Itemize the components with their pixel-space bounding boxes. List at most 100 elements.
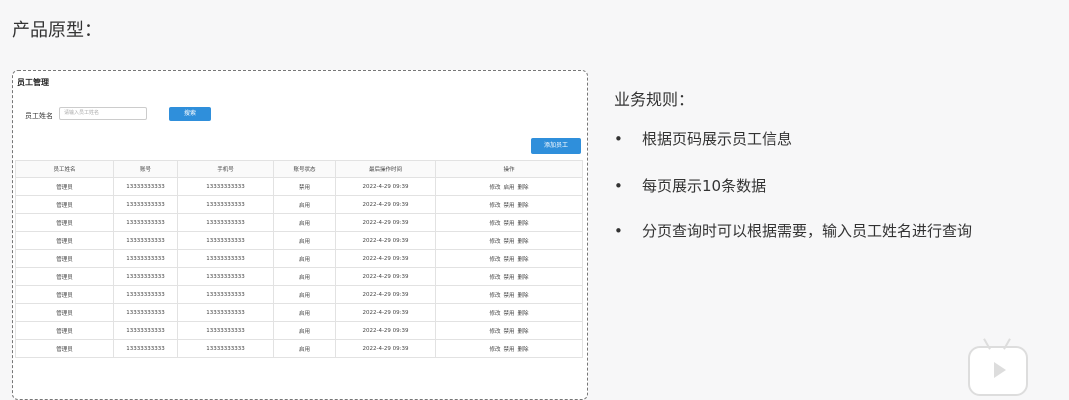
employee-table: 员工姓名 账号 手机号 账号状态 最后操作时间 操作 管理员 13333333333 1333… [15, 160, 583, 358]
cell-account: 13333333333 [113, 303, 178, 322]
cell-account: 13333333333 [113, 267, 178, 286]
action-link[interactable]: 修改 [489, 239, 500, 245]
action-link[interactable]: 删除 [518, 185, 529, 191]
rule-text: 每页展示10条数据 [642, 177, 767, 195]
cell-account: 13333333333 [113, 321, 178, 340]
rules-title: 业务规则： [614, 90, 695, 109]
action-link[interactable]: 禁用 [503, 329, 514, 335]
cell-status: 启用 [273, 231, 336, 250]
cell-status: 启用 [273, 321, 336, 340]
add-employee-button[interactable]: 添加员工 [531, 138, 581, 154]
column-header: 账号 [113, 160, 178, 178]
cell-account: 13333333333 [113, 195, 178, 214]
bullet: • [614, 222, 623, 240]
tv-logo-icon [968, 346, 1028, 396]
action-link[interactable]: 修改 [489, 347, 500, 353]
cell-name: 管理员 [15, 285, 114, 304]
cell-account: 13333333333 [113, 177, 178, 196]
cell-actions: 修改 禁用 删除 [435, 195, 583, 214]
search-input[interactable]: 请输入员工姓名 [59, 107, 147, 120]
cell-name: 管理员 [15, 195, 114, 214]
cell-phone: 13333333333 [177, 321, 274, 340]
action-link[interactable]: 禁用 [503, 239, 514, 245]
bullet: • [614, 130, 623, 148]
column-header: 最后操作时间 [335, 160, 436, 178]
cell-status: 启用 [273, 249, 336, 268]
action-link[interactable]: 启用 [503, 185, 514, 191]
column-header: 账号状态 [273, 160, 336, 178]
action-link[interactable]: 修改 [489, 329, 500, 335]
action-link[interactable]: 禁用 [503, 311, 514, 317]
page-heading: 产品原型： [12, 20, 102, 41]
cell-phone: 13333333333 [177, 267, 274, 286]
cell-time: 2022-4-29 09:39 [335, 231, 436, 250]
cell-account: 13333333333 [113, 249, 178, 268]
cell-phone: 13333333333 [177, 285, 274, 304]
search-button[interactable]: 搜索 [169, 107, 211, 121]
action-link[interactable]: 删除 [518, 239, 529, 245]
cell-phone: 13333333333 [177, 195, 274, 214]
table-row: 管理员 13333333333 13333333333 启用 2022-4-29 09:… [15, 303, 583, 322]
table-row: 管理员 13333333333 13333333333 启用 2022-4-29 09:… [15, 339, 583, 358]
table-row: 管理员 13333333333 13333333333 启用 2022-4-29 09:… [15, 195, 583, 214]
search-label: 员工姓名 [25, 112, 53, 120]
cell-account: 13333333333 [113, 285, 178, 304]
table-row: 管理员 13333333333 13333333333 启用 2022-4-29 09:… [15, 267, 583, 286]
action-link[interactable]: 修改 [489, 275, 500, 281]
cell-name: 管理员 [15, 267, 114, 286]
cell-phone: 13333333333 [177, 303, 274, 322]
action-link[interactable]: 修改 [489, 311, 500, 317]
action-link[interactable]: 删除 [518, 347, 529, 353]
cell-status: 启用 [273, 303, 336, 322]
table-row: 管理员 13333333333 13333333333 启用 2022-4-29 09:… [15, 321, 583, 340]
cell-status: 启用 [273, 339, 336, 358]
table-row: 管理员 13333333333 13333333333 启用 2022-4-29 09:… [15, 213, 583, 232]
action-link[interactable]: 删除 [518, 203, 529, 209]
cell-actions: 修改 禁用 删除 [435, 249, 583, 268]
rule-item: • 每页展示10条数据 [614, 175, 766, 196]
cell-status: 启用 [273, 267, 336, 286]
cell-status: 启用 [273, 285, 336, 304]
action-link[interactable]: 删除 [518, 329, 529, 335]
action-link[interactable]: 删除 [518, 275, 529, 281]
action-link[interactable]: 禁用 [503, 257, 514, 263]
action-link[interactable]: 禁用 [503, 221, 514, 227]
cell-time: 2022-4-29 09:39 [335, 195, 436, 214]
cell-account: 13333333333 [113, 339, 178, 358]
rule-text: 分页查询时可以根据需要，输入员工姓名进行查询 [642, 222, 973, 240]
action-link[interactable]: 删除 [518, 293, 529, 299]
action-link[interactable]: 禁用 [503, 203, 514, 209]
action-link[interactable]: 修改 [489, 293, 500, 299]
action-link[interactable]: 修改 [489, 203, 500, 209]
action-link[interactable]: 删除 [518, 311, 529, 317]
action-link[interactable]: 修改 [489, 185, 500, 191]
action-link[interactable]: 删除 [518, 257, 529, 263]
cell-phone: 13333333333 [177, 231, 274, 250]
action-link[interactable]: 禁用 [503, 275, 514, 281]
cell-status: 启用 [273, 213, 336, 232]
action-link[interactable]: 删除 [518, 221, 529, 227]
cell-time: 2022-4-29 09:39 [335, 339, 436, 358]
cell-time: 2022-4-29 09:39 [335, 267, 436, 286]
cell-phone: 13333333333 [177, 177, 274, 196]
cell-time: 2022-4-29 09:39 [335, 303, 436, 322]
action-link[interactable]: 修改 [489, 257, 500, 263]
cell-name: 管理员 [15, 339, 114, 358]
cell-actions: 修改 禁用 删除 [435, 321, 583, 340]
column-header: 员工姓名 [15, 160, 114, 178]
table-row: 管理员 13333333333 13333333333 启用 2022-4-29 09:… [15, 249, 583, 268]
cell-phone: 13333333333 [177, 213, 274, 232]
action-link[interactable]: 禁用 [503, 293, 514, 299]
bullet: • [614, 177, 623, 195]
prototype-title: 员工管理 [17, 78, 49, 87]
cell-actions: 修改 禁用 删除 [435, 285, 583, 304]
action-link[interactable]: 禁用 [503, 347, 514, 353]
table-header: 员工姓名 账号 手机号 账号状态 最后操作时间 操作 [15, 160, 583, 178]
action-link[interactable]: 修改 [489, 221, 500, 227]
cell-name: 管理员 [15, 249, 114, 268]
cell-phone: 13333333333 [177, 339, 274, 358]
rule-text: 根据页码展示员工信息 [642, 130, 793, 148]
cell-name: 管理员 [15, 213, 114, 232]
cell-time: 2022-4-29 09:39 [335, 321, 436, 340]
cell-phone: 13333333333 [177, 249, 274, 268]
